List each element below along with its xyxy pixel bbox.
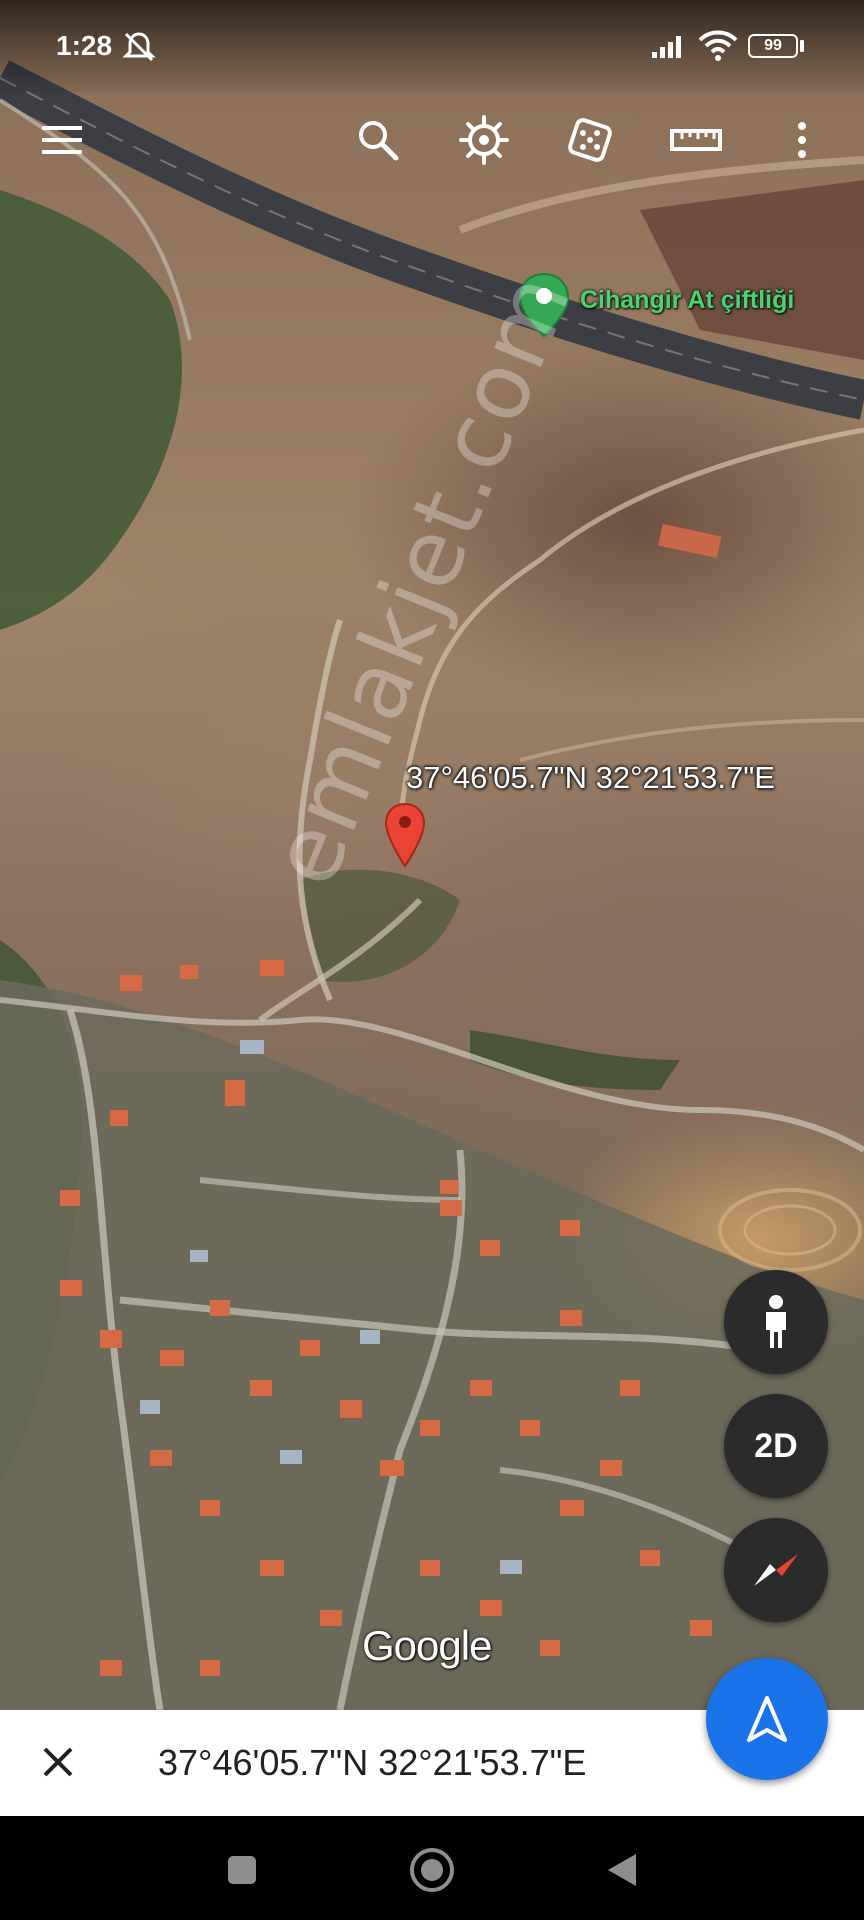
- pin-coordinate-label: 37°46'05.7"N 32°21'53.7"E: [406, 760, 775, 795]
- back-triangle-icon: [608, 1854, 636, 1886]
- menu-button[interactable]: [30, 108, 94, 172]
- dropped-pin-icon[interactable]: [384, 802, 426, 868]
- view-mode-2d-button[interactable]: 2D: [724, 1394, 828, 1498]
- battery-icon: 99: [748, 34, 798, 58]
- measure-button[interactable]: [664, 108, 728, 172]
- close-icon: [43, 1747, 73, 1777]
- voyager-icon: [459, 115, 509, 165]
- battery-level: 99: [764, 37, 782, 54]
- navigate-button[interactable]: [706, 1658, 828, 1780]
- recents-square-icon: [228, 1856, 256, 1884]
- compass-button[interactable]: [724, 1518, 828, 1622]
- map-toolbar: [0, 100, 864, 180]
- compass-icon: [754, 1554, 798, 1586]
- back-button[interactable]: [592, 1840, 652, 1900]
- system-navigation-bar: [0, 1816, 864, 1920]
- close-button[interactable]: [28, 1732, 88, 1792]
- google-attribution: Google: [362, 1622, 492, 1669]
- status-bar: 1:28 99: [0, 0, 864, 92]
- menu-icon: [42, 126, 82, 154]
- measure-ruler-icon: [670, 129, 722, 151]
- signal-icon: [652, 36, 681, 58]
- street-view-pegman-button[interactable]: [724, 1270, 828, 1374]
- home-circle-icon: [410, 1848, 454, 1892]
- feeling-lucky-button[interactable]: [558, 108, 622, 172]
- recents-button[interactable]: [212, 1840, 272, 1900]
- location-coordinates: 37°46'05.7"N 32°21'53.7"E: [158, 1742, 587, 1783]
- wifi-icon: [698, 30, 738, 61]
- pegman-icon: [766, 1295, 786, 1348]
- navigation-arrow-icon: [747, 1696, 787, 1742]
- place-label[interactable]: Cihangir At çiftliği: [580, 286, 794, 315]
- search-icon: [359, 121, 399, 161]
- notification-off-icon: [122, 32, 156, 62]
- satellite-map[interactable]: Cihangir At çiftliği 37°46'05.7"N 32°21'…: [0, 0, 864, 1710]
- voyager-button[interactable]: [452, 108, 516, 172]
- battery-tip: [800, 40, 804, 52]
- home-button[interactable]: [402, 1840, 462, 1900]
- more-options-button[interactable]: [770, 108, 834, 172]
- random-dice-icon: [568, 118, 612, 162]
- search-button[interactable]: [346, 108, 410, 172]
- status-time: 1:28: [56, 30, 113, 61]
- view-mode-label: 2D: [754, 1426, 798, 1465]
- more-vert-icon: [798, 122, 806, 158]
